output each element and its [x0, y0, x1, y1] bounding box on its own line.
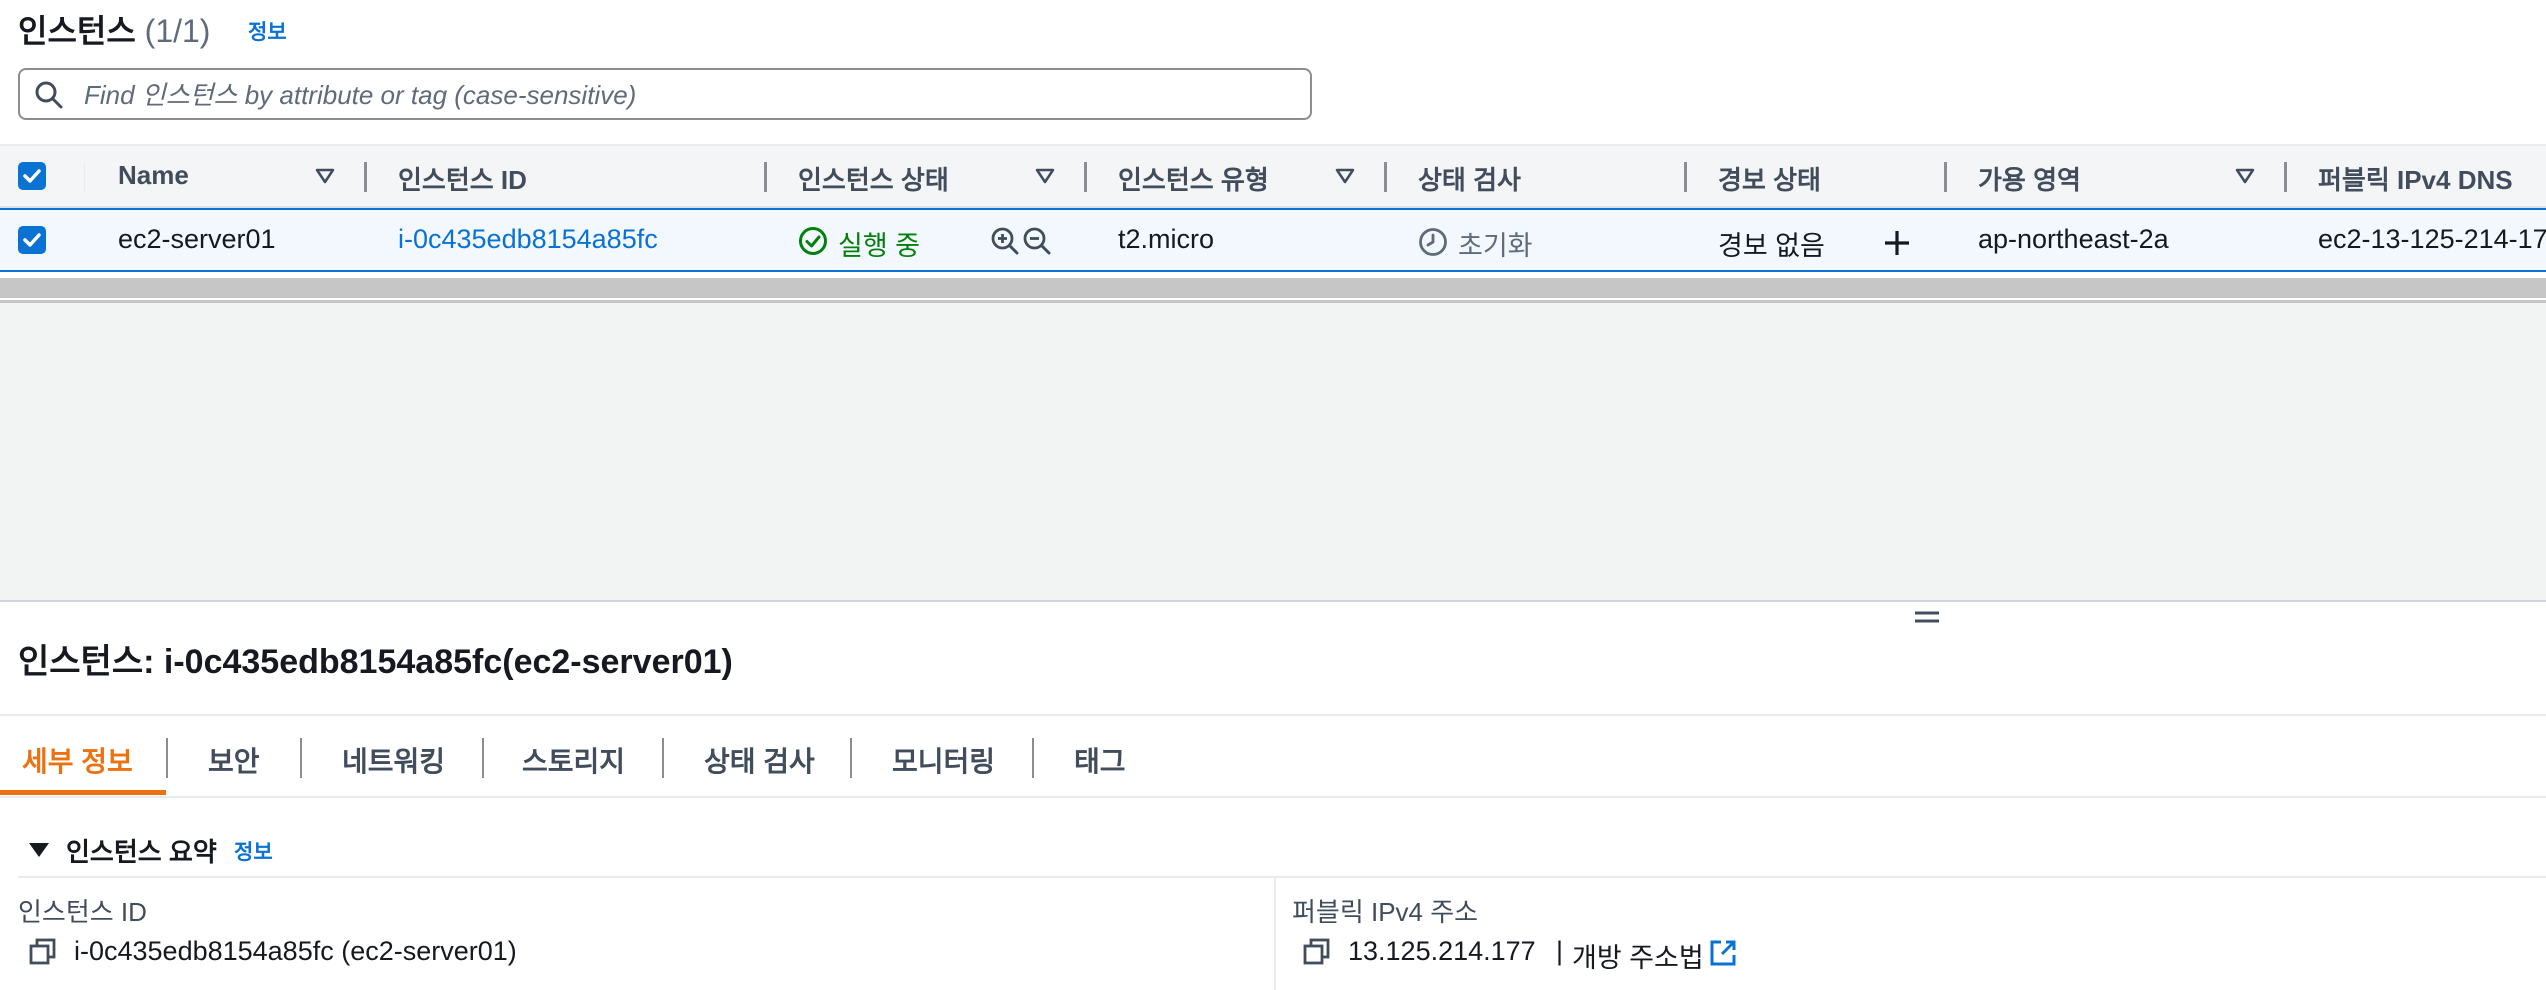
sort-triangle-icon[interactable]: [314, 166, 336, 186]
column-separator[interactable]: [2284, 162, 2287, 192]
plus-icon[interactable]: [1882, 228, 1912, 258]
page-title: 인스턴스 (1/1): [18, 6, 210, 52]
tab-details[interactable]: 세부 정보: [22, 740, 133, 780]
column-header-alarm-status[interactable]: 경보 상태: [1718, 160, 1821, 197]
zoom-out-icon[interactable]: [1022, 226, 1052, 256]
divider: [18, 876, 2546, 878]
tab-separator: [482, 738, 484, 778]
split-panel-divider: [0, 600, 2546, 602]
clock-icon: [1419, 228, 1447, 256]
info-link[interactable]: 정보: [234, 836, 273, 866]
tab-tags[interactable]: 태그: [1074, 740, 1126, 780]
checkbox-checked-icon: [23, 233, 41, 247]
zoom-in-icon[interactable]: [990, 226, 1020, 256]
cell-instance-state: 실행 중: [838, 231, 921, 261]
tab-separator: [166, 738, 168, 778]
select-all-checkbox[interactable]: [18, 162, 46, 190]
tab-security[interactable]: 보안: [208, 740, 260, 780]
column-header-status-check[interactable]: 상태 검사: [1418, 160, 1521, 197]
column-separator[interactable]: [1684, 162, 1687, 192]
column-separator[interactable]: [1944, 162, 1947, 192]
column-header-instance-type[interactable]: 인스턴스 유형: [1118, 160, 1269, 197]
cell-instance-id-link[interactable]: i-0c435edb8154a85fc: [398, 224, 658, 255]
public-ip-label: 퍼블릭 IPv4 주소: [1292, 897, 1479, 927]
sort-triangle-icon[interactable]: [1334, 166, 1356, 186]
details-tabs: 세부 정보 보안 네트워킹 스토리지 상태 검사 모니터링 태그: [0, 714, 2546, 798]
search-icon: [35, 81, 63, 109]
value-separator: |: [1556, 936, 1564, 966]
copy-icon[interactable]: [28, 937, 58, 967]
column-separator[interactable]: [764, 162, 767, 192]
cell-availability-zone: ap-northeast-2a: [1978, 224, 2169, 254]
column-separator[interactable]: [1084, 162, 1087, 192]
check-circle-icon: [799, 227, 827, 255]
tab-storage[interactable]: 스토리지: [522, 740, 625, 780]
info-link[interactable]: 정보: [248, 16, 287, 46]
instance-id-value: i-0c435edb8154a85fc (ec2-server01): [74, 936, 517, 966]
sort-triangle-icon[interactable]: [1034, 166, 1056, 186]
public-ip-value: 13.125.214.177: [1348, 936, 1536, 966]
tab-separator: [1032, 738, 1034, 778]
cell-status-check: 초기화: [1458, 231, 1533, 261]
column-header-instance-state[interactable]: 인스턴스 상태: [798, 160, 949, 197]
resize-handle-icon[interactable]: [1914, 608, 1940, 626]
cell-name: ec2-server01: [118, 224, 276, 254]
caret-down-icon[interactable]: [28, 841, 50, 859]
checkbox-checked-icon: [23, 169, 41, 183]
tab-networking[interactable]: 네트워킹: [342, 740, 445, 780]
column-header-public-dns[interactable]: 퍼블릭 IPv4 DNS: [2318, 160, 2513, 197]
page-title-text: 인스턴스: [18, 13, 136, 49]
column-separator: [84, 162, 85, 192]
open-address-link[interactable]: 개방 주소법: [1572, 936, 1704, 975]
sort-triangle-icon[interactable]: [2234, 166, 2256, 186]
row-checkbox[interactable]: [18, 226, 46, 254]
external-link-icon[interactable]: [1708, 938, 1738, 968]
column-separator[interactable]: [1384, 162, 1387, 192]
search-input[interactable]: [82, 76, 1286, 114]
table-empty-area: [0, 303, 2546, 600]
cell-public-dns: ec2-13-125-214-177: [2318, 224, 2546, 254]
search-box[interactable]: [18, 68, 1312, 120]
tab-separator: [300, 738, 302, 778]
table-header: Name 인스턴스 ID 인스턴스 상태 인스턴스 유형 상태 검사 경보 상태…: [0, 144, 2546, 208]
tab-status-checks[interactable]: 상태 검사: [704, 740, 815, 780]
table-row[interactable]: ec2-server01 i-0c435edb8154a85fc 실행 중 t2…: [0, 208, 2546, 272]
column-divider: [1274, 878, 1276, 990]
cell-alarm-status: 경보 없음: [1718, 231, 1825, 261]
tab-monitoring[interactable]: 모니터링: [892, 740, 995, 780]
column-header-name[interactable]: Name: [118, 160, 189, 191]
tab-separator: [850, 738, 852, 778]
column-separator[interactable]: [364, 162, 367, 192]
active-tab-indicator: [0, 790, 166, 795]
instance-id-label: 인스턴스 ID: [18, 897, 147, 927]
column-header-availability-zone[interactable]: 가용 영역: [1978, 160, 2081, 197]
horizontal-scrollbar[interactable]: [0, 278, 2546, 298]
tab-separator: [662, 738, 664, 778]
copy-icon[interactable]: [1302, 937, 1332, 967]
details-title: 인스턴스: i-0c435edb8154a85fc(ec2-server01): [18, 643, 733, 681]
section-title[interactable]: 인스턴스 요약: [66, 832, 217, 869]
column-header-instance-id[interactable]: 인스턴스 ID: [398, 160, 527, 197]
cell-instance-type: t2.micro: [1118, 224, 1215, 254]
instance-count: (1/1): [144, 13, 211, 49]
